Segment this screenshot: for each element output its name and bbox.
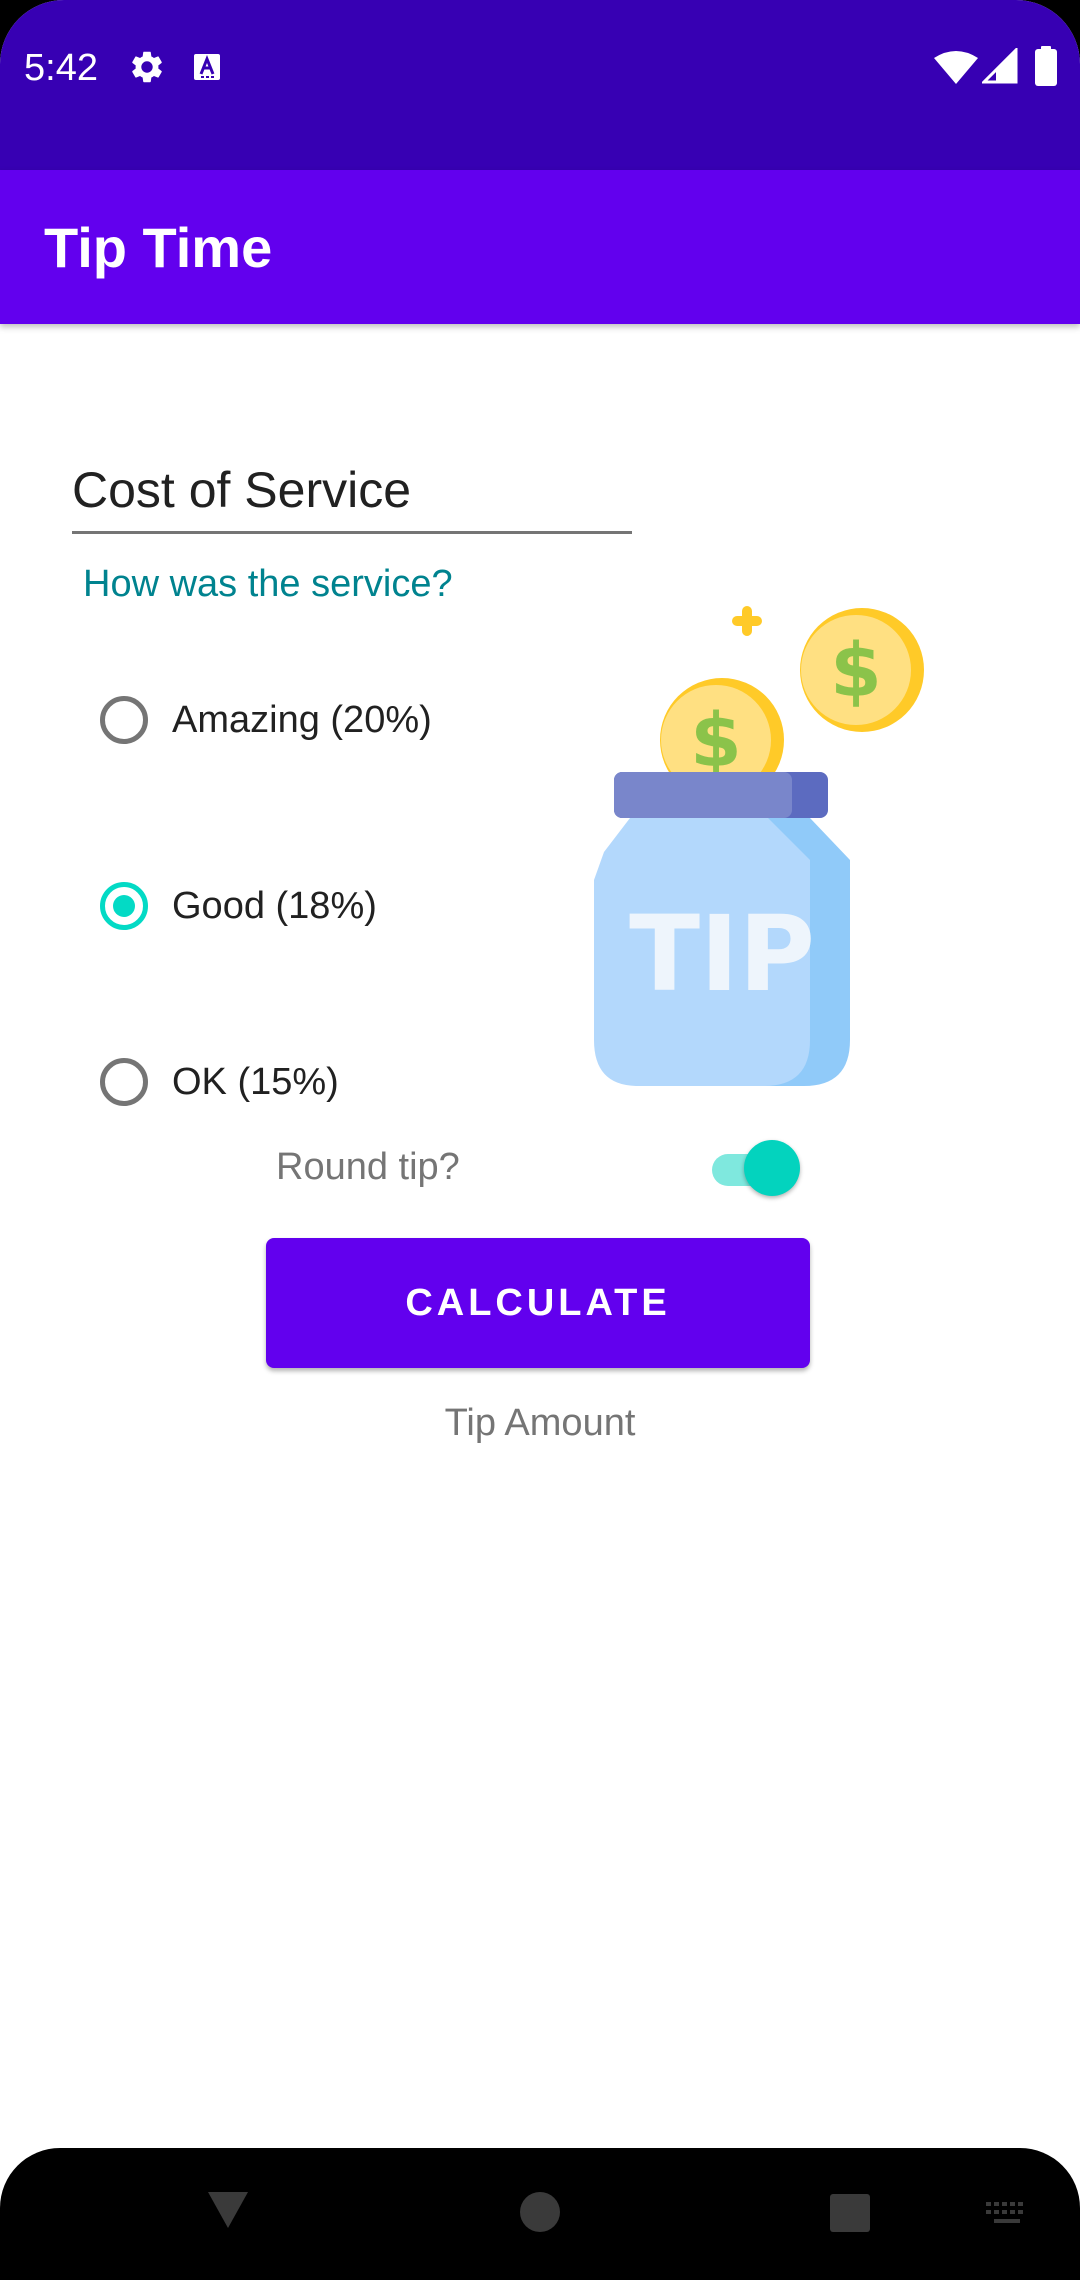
radio-label-amazing: Amazing (20%) [172, 698, 432, 741]
back-icon[interactable] [204, 2188, 252, 2237]
keyboard-icon[interactable] [984, 2200, 1030, 2233]
radio-button-ok[interactable] [100, 1058, 148, 1106]
radio-option-good[interactable]: Good (18%) [100, 874, 377, 938]
sparkle-icon [732, 606, 762, 636]
home-icon[interactable] [518, 2190, 562, 2239]
radio-option-amazing[interactable]: Amazing (20%) [100, 688, 432, 752]
tip-jar-illustration: $ $ TIP [594, 606, 924, 1086]
status-time: 5:42 [24, 47, 98, 89]
round-tip-label: Round tip? [276, 1146, 460, 1188]
navigation-bar [0, 2148, 1080, 2280]
battery-icon [1034, 46, 1058, 91]
svg-text:$: $ [830, 628, 882, 714]
jar-label: TIP [629, 893, 815, 1015]
app-bar: Tip Time [0, 170, 1080, 324]
recents-icon[interactable] [828, 2192, 872, 2239]
radio-button-amazing[interactable] [100, 696, 148, 744]
svg-text:$: $ [690, 698, 742, 784]
calculate-button[interactable]: CALCULATE [266, 1238, 810, 1368]
cost-of-service-input[interactable] [72, 450, 632, 530]
cost-of-service-field[interactable] [72, 450, 632, 534]
service-question-label: How was the service? [83, 563, 453, 605]
keyboard-a-icon [192, 52, 222, 87]
radio-button-good[interactable] [100, 882, 148, 930]
radio-label-good: Good (18%) [172, 884, 377, 927]
switch-thumb [744, 1140, 800, 1196]
app-title: Tip Time [44, 216, 273, 279]
status-bar: 5:42 [0, 0, 1080, 170]
dollar-coin-icon: $ [800, 608, 924, 732]
gear-icon [128, 48, 166, 91]
wifi-icon [934, 50, 978, 91]
radio-label-ok: OK (15%) [172, 1060, 339, 1103]
round-tip-switch[interactable] [708, 1140, 802, 1196]
tip-amount-result: Tip Amount [444, 1402, 636, 1444]
radio-option-ok[interactable]: OK (15%) [100, 1050, 339, 1114]
cellular-signal-icon [980, 46, 1018, 89]
app-screen: 5:42 Tip Time Cost of Service How was th… [0, 0, 1080, 2280]
